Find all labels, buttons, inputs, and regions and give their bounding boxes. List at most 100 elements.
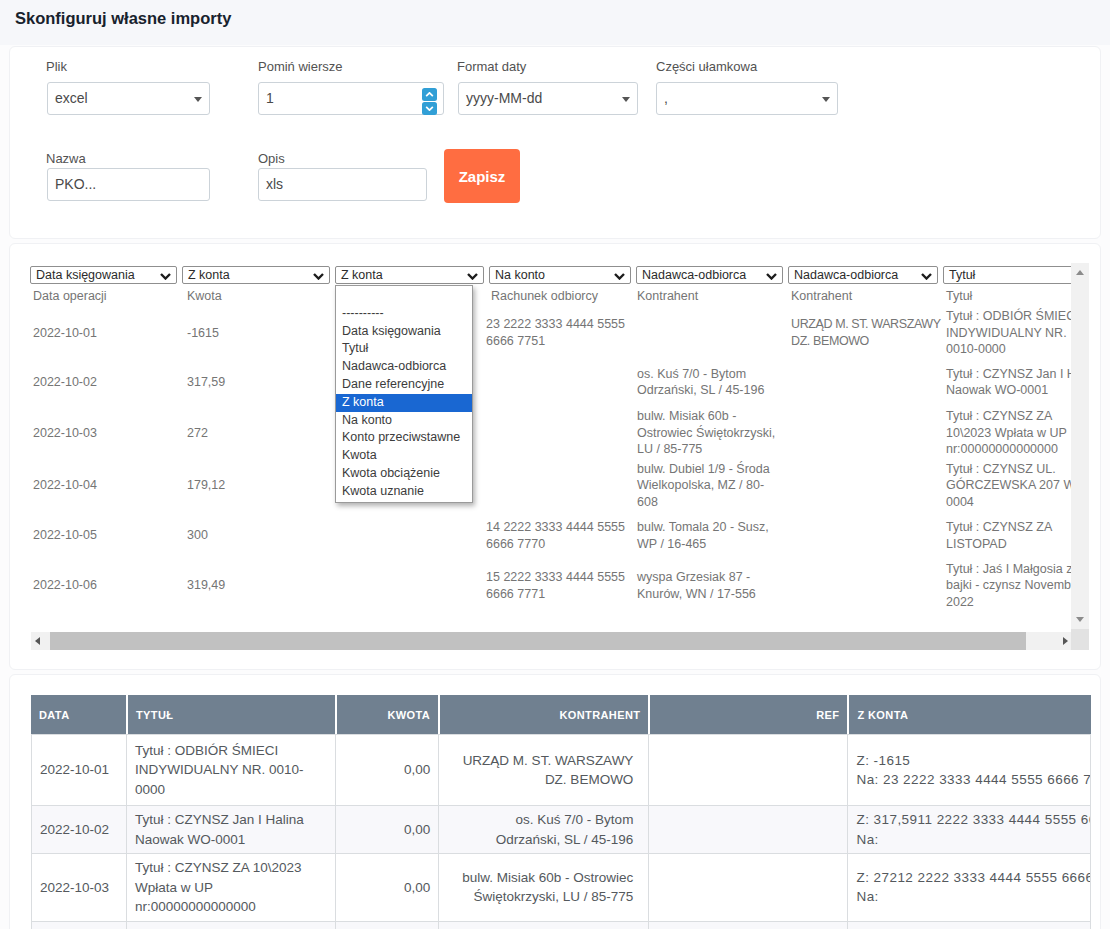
table-row: 2022-10-04 Tytuł : CZYNSZ UL. GÓRCZEWSKA… [31,922,1091,929]
dropdown-option[interactable]: Tytuł [336,340,472,358]
dropdown-option[interactable]: Kwota uznanie [336,483,472,501]
dropdown-option[interactable] [336,287,472,305]
spinner-up-icon[interactable] [422,88,437,101]
dropdown-option[interactable]: Kwota [336,447,472,465]
grid-row: 2022-10-03 272 bulw. Misiak 60b - Ostrow… [10,407,1072,460]
cell-kwota: 0,00 [335,922,438,929]
cell-kontrahent: URZĄD M. ST. WARSZAWY DZ. BEMOWO [438,734,648,806]
grid-header-4: Rachunek odbiorcy [491,289,598,303]
scroll-left-icon[interactable] [35,637,40,645]
cell-kwota: -1615 [187,325,339,342]
col-select-2[interactable]: Z konta [182,266,330,284]
grid-row: 2022-10-02 317,59 os. Kuś 7/0 - Bytom Od… [10,358,1072,407]
cell-kontrahent: os. Kuś 7/0 - Bytom Odrzański, SL / 45-1… [438,806,648,854]
cell-rachunek: 14 2222 3333 4444 5555 6666 7770 [486,519,637,552]
cell-kontrahent2: URZĄD M. ST. WARSZAWY DZ. BEMOWO [791,316,946,349]
dropdown-option-selected[interactable]: Z konta [336,394,472,412]
grid-header-5: Kontrahent [637,289,698,303]
column-mapping-dropdown: ---------- Data księgowania Tytuł Nadawc… [335,285,473,503]
grid-row: 2022-10-01 -1615 23 2222 3333 4444 5555 … [10,308,1072,358]
horizontal-scrollbar-thumb[interactable] [50,632,1026,650]
chevron-down-icon [822,97,830,102]
nazwa-input[interactable]: PKO... [47,168,210,201]
cell-kontrahent: bulw. Dubiel 1/9 - Środa Wielkopolska, M… [438,922,648,929]
scroll-down-icon[interactable] [1076,617,1084,622]
table-row: 2022-10-01 Tytuł : ODBIÓR ŚMIECI INDYWID… [31,734,1091,806]
grid-header-1: Data operacji [33,289,107,303]
cell-kwota: 319,49 [187,577,339,594]
chevron-down-icon [194,97,202,102]
format-select[interactable]: yyyy-MM-dd [458,82,638,115]
grid-row: 2022-10-06 319,49 15 2222 3333 4444 5555… [10,560,1072,612]
cell-kwota: 0,00 [335,854,438,922]
number-spinner[interactable] [422,88,437,115]
preview-table: DATA TYTUŁ KWOTA KONTRAHENT REF Z KONTA … [31,695,1091,929]
scroll-right-icon[interactable] [1063,637,1068,645]
cell-data: 2022-10-03 [31,854,126,922]
cell-kwota: 272 [187,425,339,442]
grid-row: 2022-10-04 179,12 bulw. Dubiel 1/9 - Śro… [10,460,1072,512]
dropdown-option[interactable]: Dane referencyjne [336,376,472,394]
pomin-input[interactable]: 1 [258,82,444,115]
page-title: Skonfiguruj własne importy [15,9,231,28]
cell-data: 2022-10-01 [31,734,126,806]
col-select-5[interactable]: Nadawca-odbiorca [636,266,783,284]
plik-label: Plik [46,59,67,74]
col-select-6[interactable]: Nadawca-odbiorca [788,266,938,284]
dropdown-option[interactable]: ---------- [336,305,472,323]
dropdown-option[interactable]: Konto przeciwstawne [336,429,472,447]
col-select-7[interactable]: Tytuł [943,266,1072,284]
dropdown-option[interactable]: Na konto [336,412,472,430]
cell-tytul: Tytuł : Jaś I Małgosia z bajki - czynsz … [946,561,1072,611]
cell-zkonta: Z: -1615 Na: 23 2222 3333 4444 5555 6666… [847,734,1091,806]
dropdown-option[interactable]: Data księgowania [336,323,472,341]
save-button[interactable]: Zapisz [444,149,520,203]
nazwa-label: Nazwa [46,151,86,166]
grid-header-2: Kwota [187,289,222,303]
cell-tytul: Tytuł : ODBIÓR ŚMIECI INDYWIDUALNY NR. 0… [946,308,1072,358]
cell-data: 2022-10-03 [33,425,187,442]
cell-ref [648,806,847,854]
cell-kontrahent1: bulw. Dubiel 1/9 - Środa Wielkopolska, M… [637,461,791,511]
spinner-down-icon[interactable] [422,102,437,115]
cell-kwota: 300 [187,527,339,544]
cell-data: 2022-10-04 [33,477,187,494]
cell-tytul: Tytuł : ODBIÓR ŚMIECI INDYWIDUALNY NR. 0… [126,734,335,806]
cell-data: 2022-10-02 [33,374,187,391]
scroll-up-icon[interactable] [1076,270,1084,275]
dropdown-option[interactable]: Kwota obciążenie [336,465,472,483]
cell-zkonta: Z: 317,5911 2222 3333 4444 5555 6666 776… [847,806,1091,854]
col-select-4[interactable]: Na konto [489,266,631,284]
col-header-kontrahent: KONTRAHENT [438,695,648,734]
cell-kontrahent1: wyspa Grzesiak 87 - Knurów, WN / 17-556 [637,569,791,602]
cell-kwota: 0,00 [335,734,438,806]
cell-rachunek: 15 2222 3333 4444 5555 6666 7771 [486,569,637,602]
dropdown-option[interactable]: Nadawca-odbiorca [336,358,472,376]
mapping-grid-card: Data księgowania Z konta Z konta Na kont… [9,243,1101,670]
opis-input[interactable]: xls [258,168,427,201]
grid-header-6: Kontrahent [791,289,852,303]
chevron-down-icon [622,97,630,102]
col-header-kwota: KWOTA [335,695,438,734]
cell-data: 2022-10-04 [31,922,126,929]
col-header-tytul: TYTUŁ [126,695,335,734]
cell-kwota: 317,59 [187,374,339,391]
col-header-zkonta: Z KONTA [847,695,1091,734]
czesci-select[interactable]: , [656,82,838,115]
vertical-scrollbar[interactable] [1071,263,1089,629]
horizontal-scrollbar[interactable] [31,632,1072,650]
grid-row: 2022-10-05 300 14 2222 3333 4444 5555 66… [10,512,1072,560]
col-select-3[interactable]: Z konta [335,266,484,284]
cell-data: 2022-10-01 [33,325,187,342]
cell-data: 2022-10-06 [33,577,187,594]
cell-ref [648,854,847,922]
cell-kontrahent: bulw. Misiak 60b - Ostrowiec Świętokrzys… [438,854,648,922]
pomin-label: Pomiń wiersze [258,59,343,74]
col-select-1[interactable]: Data księgowania [30,266,177,284]
grid-viewport: Data księgowania Z konta Z konta Na kont… [10,244,1072,632]
table-row: 2022-10-03 Tytuł : CZYNSZ ZA 10\2023 Wpł… [31,854,1091,922]
grid-rows: 2022-10-01 -1615 23 2222 3333 4444 5555 … [10,308,1072,612]
format-label: Format daty [457,59,526,74]
scrollbar-corner [1071,629,1089,650]
plik-select[interactable]: excel [47,82,210,115]
